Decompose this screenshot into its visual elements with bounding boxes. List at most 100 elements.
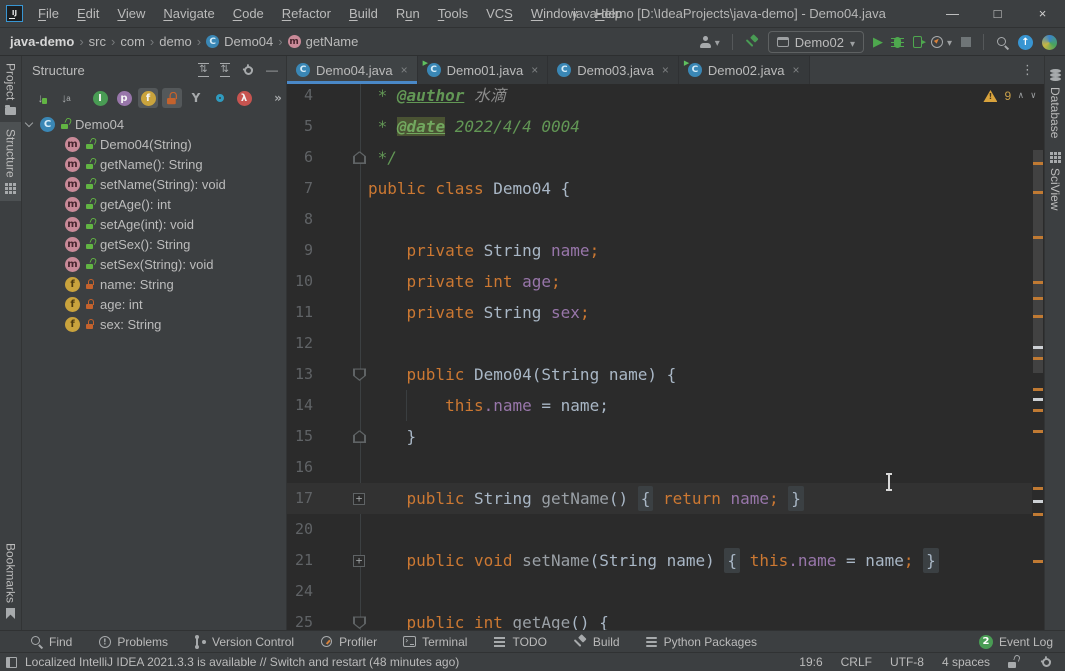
tab-demo03.java[interactable]: Demo03.java [548, 56, 679, 84]
profiler-button[interactable] [931, 33, 952, 51]
fold-marker-icon[interactable]: + [353, 555, 365, 567]
run-configuration-select[interactable]: Demo02 [768, 31, 864, 53]
menu-refactor[interactable]: Refactor [273, 0, 340, 28]
code-line[interactable]: 7public class Demo04 { [287, 173, 1032, 204]
inspections-widget[interactable]: 9 ∧ ∨ [983, 89, 1036, 103]
code-line[interactable]: 13 public Demo04(String name) { [287, 359, 1032, 390]
code-line[interactable]: 10 private int age; [287, 266, 1032, 297]
structure-filter-group-by-hierarchy[interactable]: Y [186, 88, 206, 108]
code-editor[interactable]: 4 * @author 水滴5 * @date 2022/4/4 00046 *… [287, 84, 1044, 630]
structure-filter-show-inherited[interactable]: I [90, 88, 110, 108]
fold-marker-icon[interactable] [353, 368, 366, 381]
close-icon[interactable] [531, 63, 538, 77]
menu-build[interactable]: Build [340, 0, 387, 28]
gear-icon[interactable] [1039, 655, 1053, 669]
stop-button[interactable] [961, 37, 971, 47]
caret-position[interactable]: 19:6 [799, 655, 822, 669]
indent-style[interactable]: 4 spaces [942, 655, 990, 669]
structure-filter-show-anonymous-classes[interactable] [210, 88, 230, 108]
toolwindow-toggle-icon[interactable] [6, 657, 17, 668]
collapse-all-icon[interactable]: ⇅ [220, 63, 230, 77]
expand-all-icon[interactable]: ⇅ [198, 63, 208, 77]
structure-filter-sort-alphabetically[interactable]: ↓a [56, 88, 76, 108]
toolwindow-button-build[interactable]: Build [573, 635, 620, 649]
code-line[interactable]: 15 } [287, 421, 1032, 452]
breadcrumb-item[interactable]: src [89, 34, 106, 49]
debug-button[interactable] [892, 36, 904, 48]
menu-file[interactable]: File [29, 0, 68, 28]
search-everywhere-button[interactable] [996, 36, 1009, 49]
structure-filter-sort-by-visibility[interactable]: ↓ [32, 88, 52, 108]
structure-tree-item[interactable]: setSex(String): void [22, 254, 286, 274]
code-line[interactable]: 16 [287, 452, 1032, 483]
structure-filter-show-properties[interactable]: p [114, 88, 134, 108]
tab-options-icon[interactable]: ⋮ [1011, 62, 1044, 78]
breadcrumb-item[interactable]: getName [306, 34, 359, 49]
structure-filter-show-lambdas[interactable]: λ [234, 88, 254, 108]
structure-filter-more-filters[interactable]: » [268, 88, 288, 108]
toolwindow-button-problems[interactable]: Problems [98, 635, 168, 649]
code-line[interactable]: 21+ public void setName(String name) { t… [287, 545, 1032, 576]
toolwindow-button-terminal[interactable]: Terminal [403, 635, 467, 649]
structure-tree-item[interactable]: getAge(): int [22, 194, 286, 214]
chevron-down-icon[interactable] [25, 119, 33, 127]
chevron-up-icon[interactable]: ∧ [1018, 91, 1023, 101]
structure-tree-item[interactable]: Demo04(String) [22, 134, 286, 154]
settings-icon[interactable] [241, 63, 255, 77]
tool-stripe-bookmarks[interactable]: Bookmarks [0, 536, 21, 626]
menu-code[interactable]: Code [224, 0, 273, 28]
structure-tree-item[interactable]: sex: String [22, 314, 286, 334]
close-button[interactable]: × [1020, 0, 1065, 28]
maximize-button[interactable]: □ [975, 0, 1020, 28]
code-line[interactable]: 5 * @date 2022/4/4 0004 [287, 111, 1032, 142]
menu-navigate[interactable]: Navigate [154, 0, 223, 28]
tool-stripe-structure[interactable]: Structure [0, 122, 21, 201]
structure-filter-show-non-public[interactable] [162, 88, 182, 108]
code-line[interactable]: 9 private String name; [287, 235, 1032, 266]
menu-edit[interactable]: Edit [68, 0, 108, 28]
fold-marker-icon[interactable] [353, 616, 366, 629]
tool-stripe-database[interactable]: Database [1045, 62, 1065, 145]
run-with-coverage-button[interactable] [913, 36, 922, 48]
code-line[interactable]: 4 * @author 水滴 [287, 84, 1032, 111]
tab-demo04.java[interactable]: Demo04.java [287, 56, 418, 84]
structure-tree-item[interactable]: setName(String): void [22, 174, 286, 194]
breadcrumb-item[interactable]: java-demo [10, 34, 74, 49]
code-line[interactable]: 20 [287, 514, 1032, 545]
toolwindow-button-python-packages[interactable]: Python Packages [646, 635, 757, 649]
toolwindow-button-version-control[interactable]: Version Control [194, 635, 294, 649]
toolwindow-button-find[interactable]: Find [30, 635, 72, 649]
structure-tree-item[interactable]: getSex(): String [22, 234, 286, 254]
minimize-button[interactable]: — [930, 0, 975, 28]
fold-marker-icon[interactable] [353, 151, 366, 164]
tab-demo02.java[interactable]: Demo02.java [679, 56, 810, 84]
status-message[interactable]: Localized IntelliJ IDEA 2021.3.3 is avai… [25, 655, 459, 669]
toolwindow-button-todo[interactable]: TODO [493, 635, 546, 649]
menu-run[interactable]: Run [387, 0, 429, 28]
toolwindow-button-profiler[interactable]: Profiler [320, 635, 377, 649]
tab-demo01.java[interactable]: Demo01.java [418, 56, 549, 84]
breadcrumb-item[interactable]: Demo04 [224, 34, 273, 49]
chevron-down-icon[interactable]: ∨ [1031, 91, 1036, 101]
structure-tree-item[interactable]: age: int [22, 294, 286, 314]
close-icon[interactable] [662, 63, 669, 77]
event-log-button[interactable]: 2 Event Log [979, 635, 1053, 649]
run-button[interactable]: ▶ [873, 34, 883, 50]
structure-tree-item[interactable]: name: String [22, 274, 286, 294]
hide-icon[interactable]: — [266, 65, 278, 75]
unlock-icon[interactable] [1008, 656, 1021, 668]
tool-stripe-sciview[interactable]: SciView [1045, 145, 1065, 217]
code-line[interactable]: 6 */ [287, 142, 1032, 173]
breadcrumb-item[interactable]: demo [159, 34, 192, 49]
code-line[interactable]: 12 [287, 328, 1032, 359]
close-icon[interactable] [401, 63, 408, 77]
breadcrumb-item[interactable]: com [120, 34, 145, 49]
code-line[interactable]: 8 [287, 204, 1032, 235]
menu-view[interactable]: View [108, 0, 154, 28]
fold-marker-icon[interactable]: + [353, 493, 365, 505]
code-line[interactable]: 17+ public String getName() { return nam… [287, 483, 1032, 514]
menu-tools[interactable]: Tools [429, 0, 477, 28]
structure-tree-item[interactable]: setAge(int): void [22, 214, 286, 234]
code-line[interactable]: 14 this.name = name; [287, 390, 1032, 421]
code-line[interactable]: 24 [287, 576, 1032, 607]
